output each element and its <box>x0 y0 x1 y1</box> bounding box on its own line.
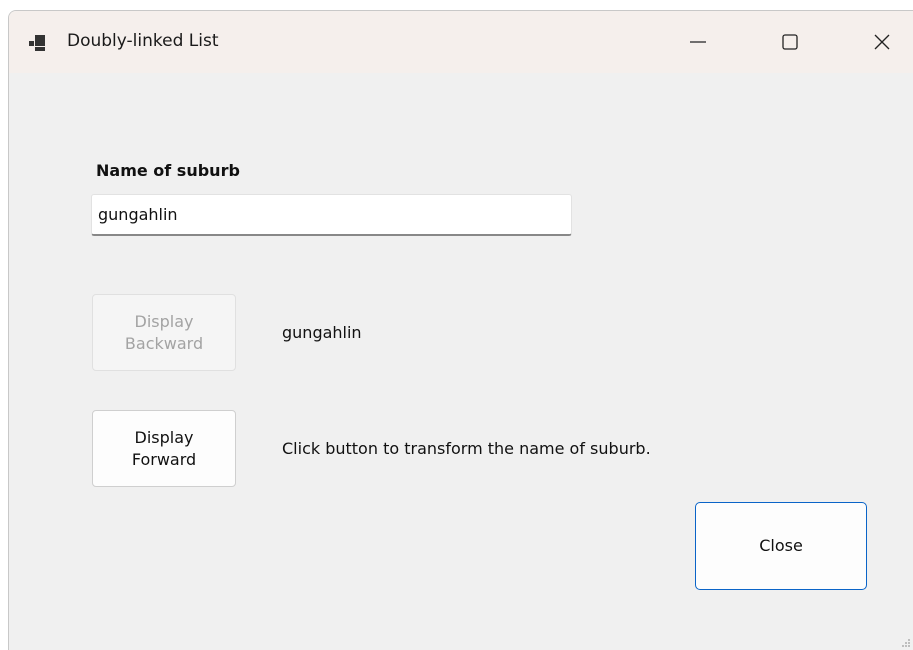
window-title: Doubly-linked List <box>67 31 219 51</box>
app-window: Doubly-linked List Name of suburb Displa… <box>8 10 913 650</box>
close-window-button[interactable] <box>836 11 913 73</box>
title-bar[interactable]: Doubly-linked List <box>9 11 913 73</box>
minimize-button[interactable] <box>652 11 744 73</box>
instruction-label: Click button to transform the name of su… <box>282 439 651 458</box>
output-label: gungahlin <box>282 323 362 342</box>
suburb-name-input[interactable] <box>91 194 572 236</box>
display-backward-button[interactable]: Display Backward <box>92 294 236 371</box>
close-button[interactable]: Close <box>695 502 867 590</box>
maximize-button[interactable] <box>744 11 836 73</box>
app-window-icon <box>29 35 45 51</box>
close-icon <box>874 34 890 50</box>
suburb-name-label: Name of suburb <box>96 161 240 180</box>
display-forward-button[interactable]: Display Forward <box>92 410 236 487</box>
minimize-icon <box>690 41 706 43</box>
maximize-icon <box>782 34 798 50</box>
resize-grip-icon[interactable] <box>901 638 911 648</box>
